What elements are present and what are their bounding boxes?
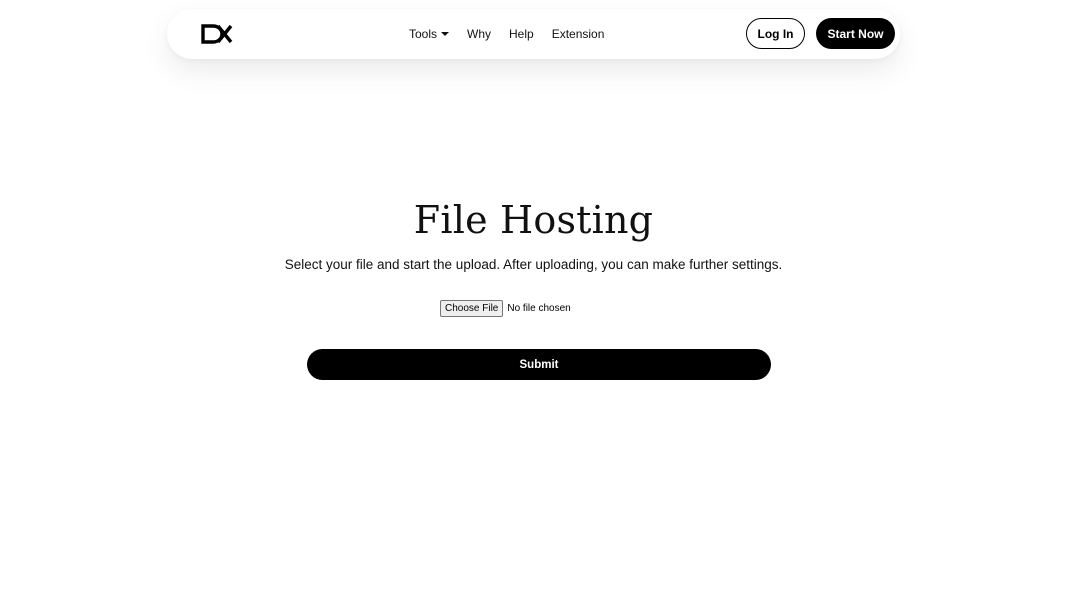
main-nav: Tools Why Help Extension	[409, 9, 622, 59]
page-title: File Hosting	[413, 198, 654, 242]
nav-tools-label: Tools	[409, 27, 438, 41]
nav-extension[interactable]: Extension	[552, 27, 605, 41]
nav-tools[interactable]: Tools	[409, 27, 450, 41]
choose-file-button[interactable]: Choose File	[440, 300, 504, 317]
caret-down-icon	[441, 32, 450, 36]
file-status-text: No file chosen	[507, 303, 571, 314]
navbar: Tools Why Help Extension Log In Start No…	[167, 9, 900, 59]
logo-icon[interactable]	[201, 24, 233, 44]
file-input: Choose File No file chosen	[440, 300, 571, 317]
login-button[interactable]: Log In	[746, 18, 805, 49]
page-subtitle: Select your file and start the upload. A…	[284, 257, 783, 272]
start-now-button[interactable]: Start Now	[816, 18, 895, 49]
page: Tools Why Help Extension Log In Start No…	[0, 0, 1067, 600]
nav-help[interactable]: Help	[509, 27, 534, 41]
submit-button[interactable]: Submit	[307, 349, 771, 380]
nav-why[interactable]: Why	[467, 27, 491, 41]
